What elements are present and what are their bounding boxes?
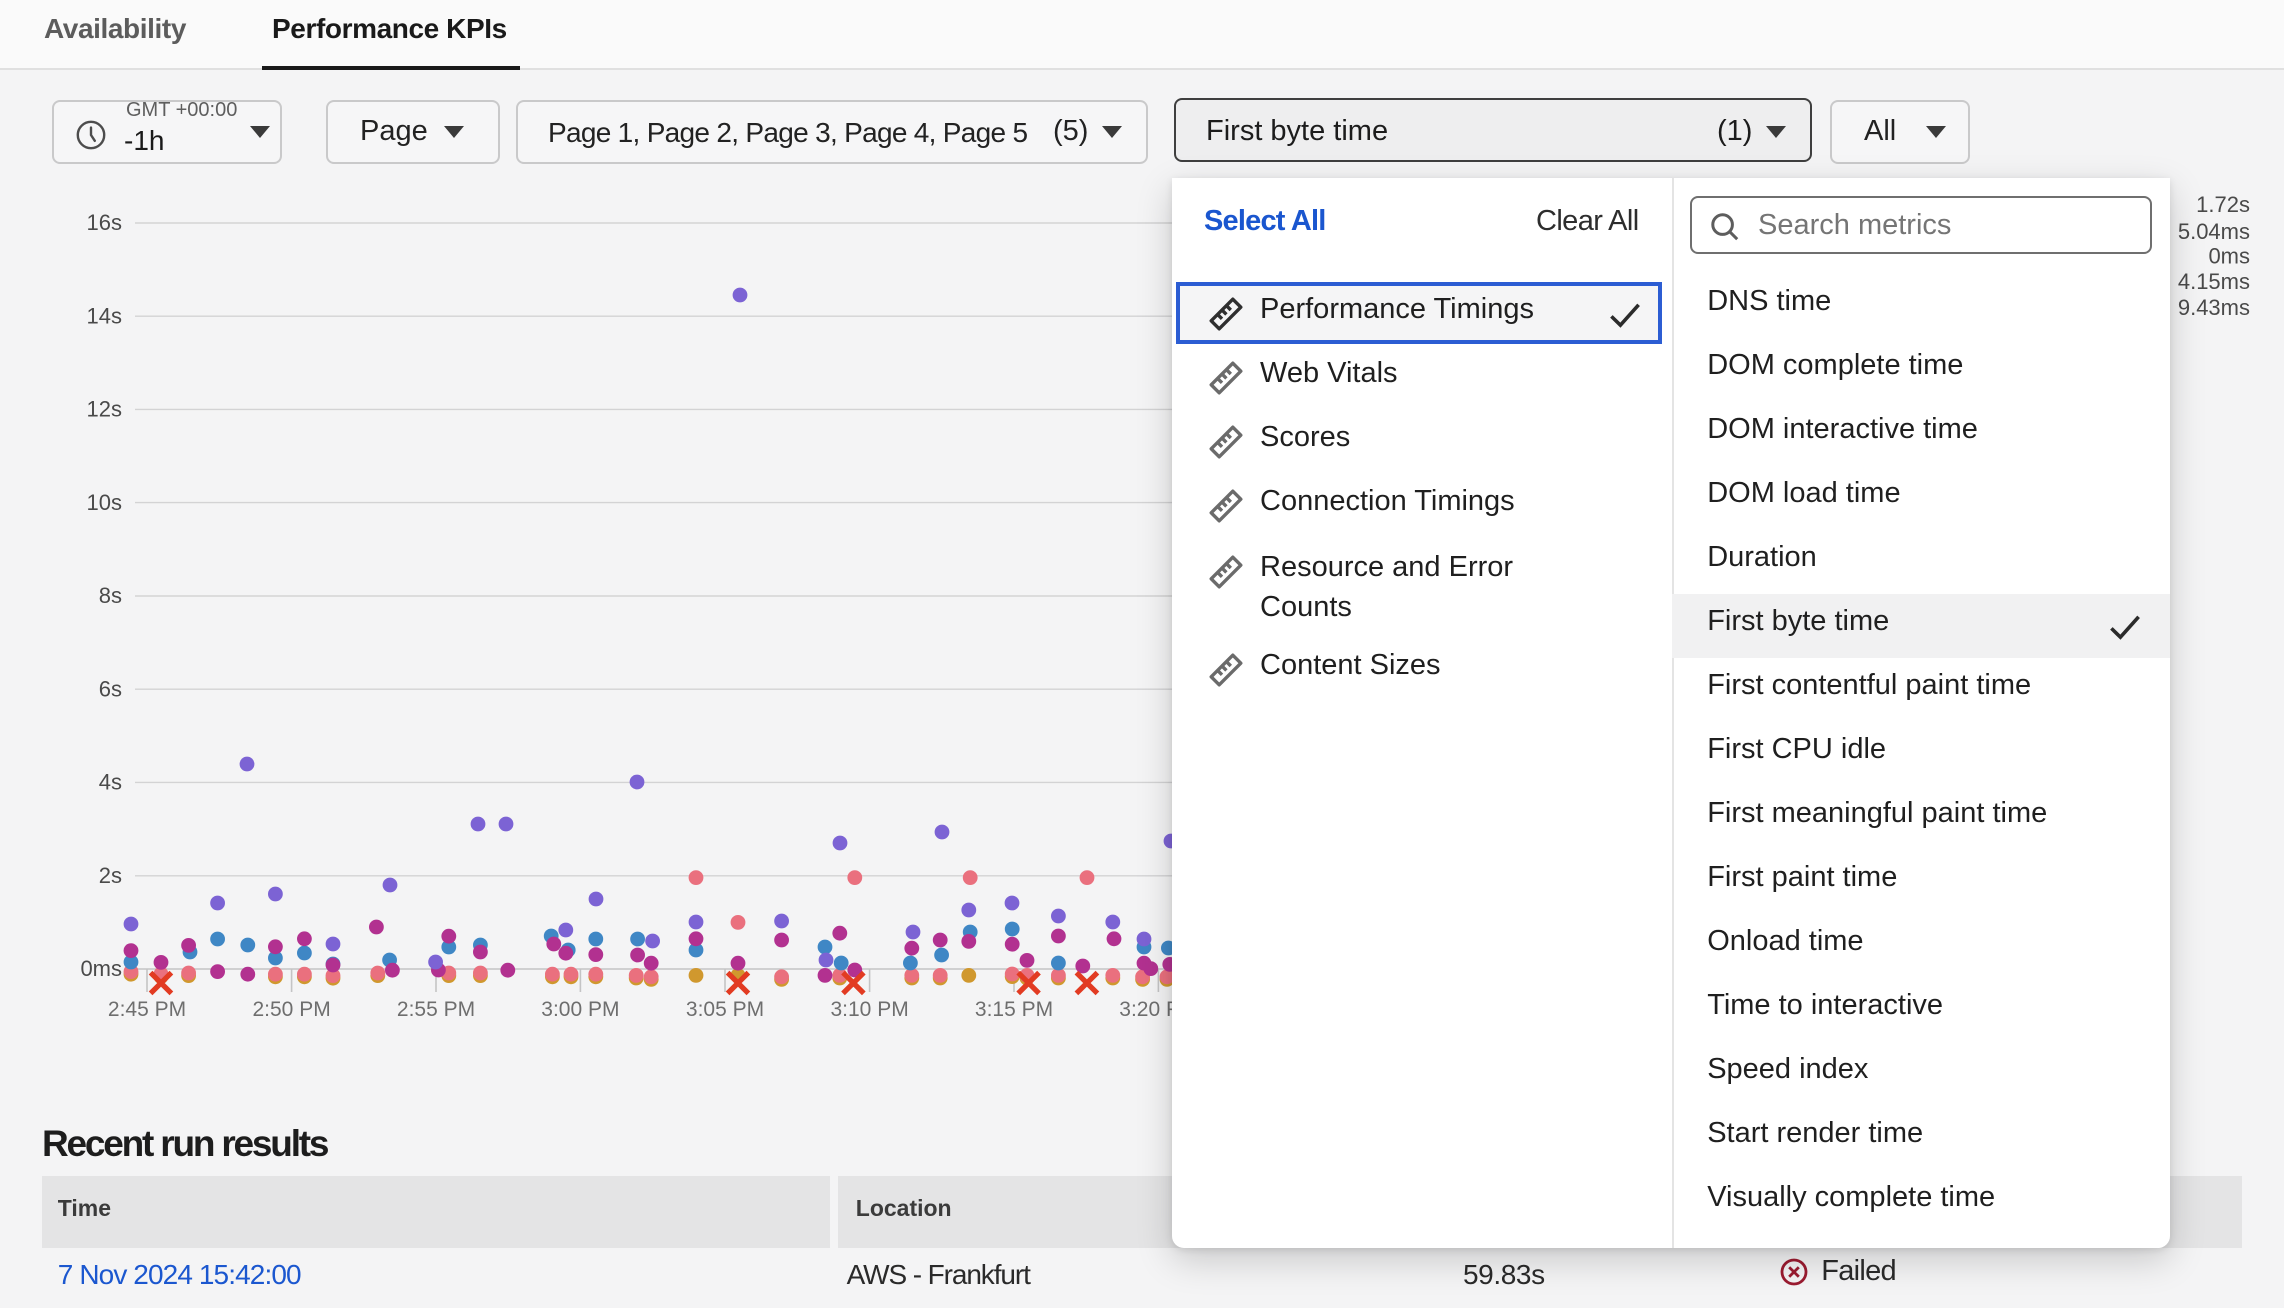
svg-text:4.15ms: 4.15ms <box>2178 269 2250 294</box>
svg-text:10s: 10s <box>87 490 122 515</box>
svg-text:14s: 14s <box>87 303 122 328</box>
svg-text:0ms: 0ms <box>80 956 122 981</box>
svg-text:6s: 6s <box>99 676 122 701</box>
svg-text:4s: 4s <box>99 770 122 795</box>
svg-text:3:10 PM: 3:10 PM <box>830 998 908 1021</box>
svg-text:1.72s: 1.72s <box>2196 192 2250 217</box>
svg-text:2:50 PM: 2:50 PM <box>252 998 330 1021</box>
svg-text:9.43ms: 9.43ms <box>2178 295 2250 320</box>
svg-text:2:55 PM: 2:55 PM <box>397 998 475 1021</box>
svg-text:0ms: 0ms <box>2208 244 2250 269</box>
svg-text:3:00 PM: 3:00 PM <box>541 998 619 1021</box>
svg-text:5.04ms: 5.04ms <box>2178 219 2250 244</box>
svg-text:2s: 2s <box>99 863 122 888</box>
svg-text:2:45 PM: 2:45 PM <box>108 998 186 1021</box>
svg-text:3:15 PM: 3:15 PM <box>975 998 1053 1021</box>
svg-text:16s: 16s <box>87 210 122 235</box>
svg-text:3:05 PM: 3:05 PM <box>686 998 764 1021</box>
svg-text:8s: 8s <box>99 583 122 608</box>
svg-text:12s: 12s <box>87 397 122 422</box>
